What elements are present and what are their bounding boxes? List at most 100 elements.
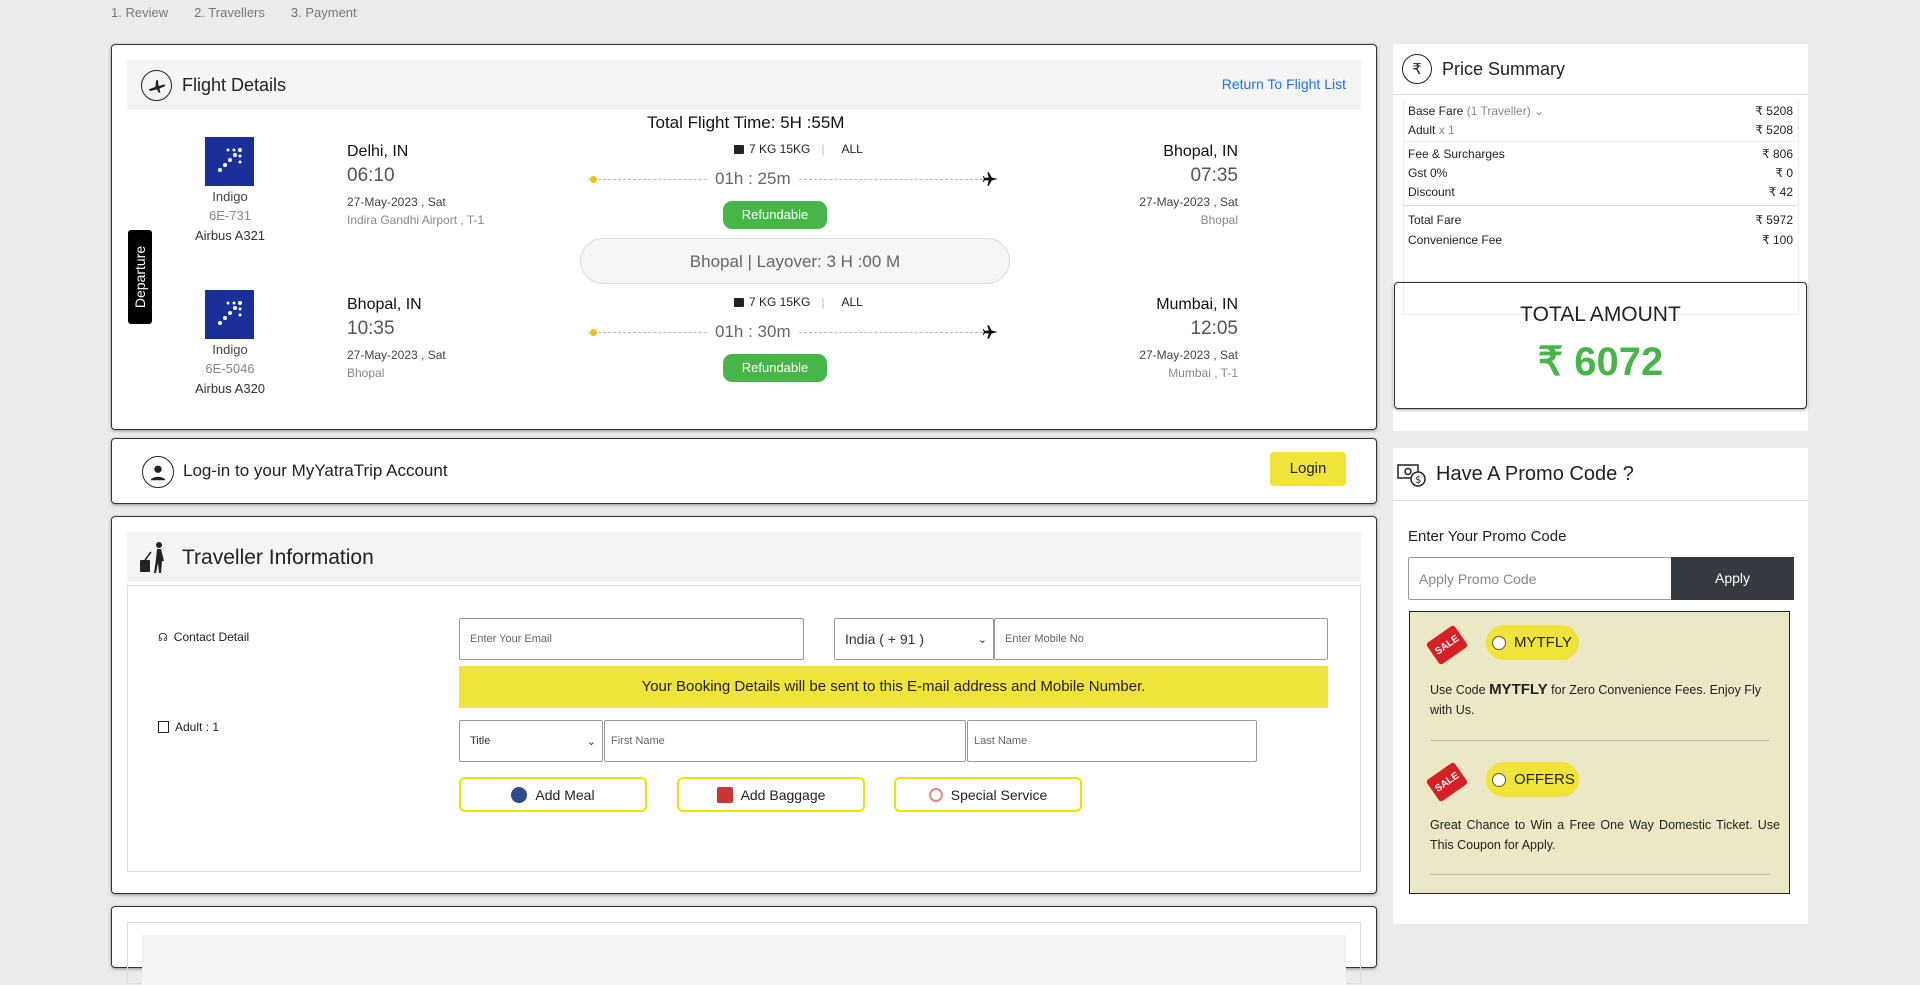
sale-tag-icon: SALE <box>1425 624 1469 666</box>
arrival-airport: Mumbai , T-1 <box>1168 366 1238 380</box>
adult-label: Adult : 1 <box>158 720 219 734</box>
base-fare-traveller: (1 Traveller) <box>1466 104 1531 118</box>
airline-name: Indigo <box>212 342 248 357</box>
first-name-input[interactable]: First Name <box>604 720 966 762</box>
total-amount-number: 6072 <box>1574 340 1664 384</box>
offer-description: Use Code MYTFLY for Zero Convenience Fee… <box>1430 680 1780 720</box>
apply-button[interactable]: Apply <box>1671 557 1794 600</box>
departure-airport: Bhopal <box>347 366 385 380</box>
rupee-symbol: ₹ <box>1755 213 1763 227</box>
offer-description: Great Chance to Win a Free One Way Domes… <box>1430 815 1780 855</box>
add-baggage-button[interactable]: Add Baggage <box>677 777 865 812</box>
chevron-down-icon: ⌄ <box>977 633 987 646</box>
add-baggage-label: Add Baggage <box>740 786 826 803</box>
adult-label-text: Adult <box>1408 123 1436 137</box>
adult-fare-value: ₹ 5208 <box>1755 123 1793 137</box>
contact-card-icon <box>158 721 169 733</box>
step-travellers[interactable]: 2. Travellers <box>194 5 265 20</box>
traveller-luggage-icon <box>135 540 171 581</box>
offer-code-pill[interactable]: OFFERS <box>1486 762 1579 797</box>
traveller-information-card: Traveller Information ☊ Contact Detail E… <box>111 516 1377 894</box>
convenience-fee-value: ₹ 100 <box>1762 233 1793 247</box>
indigo-logo-icon <box>205 290 254 339</box>
special-service-label: Special Service <box>950 786 1048 803</box>
additional-card-inner <box>127 922 1361 985</box>
fee-label: Fee & Surcharges <box>1408 147 1505 161</box>
flight-details-header: Flight Details Return To Flight List <box>127 60 1361 110</box>
add-meal-button[interactable]: Add Meal <box>459 777 647 812</box>
promo-code-panel: $ Have A Promo Code ? Enter Your Promo C… <box>1393 448 1808 924</box>
flight-code: 6E-5046 <box>205 361 255 376</box>
login-button[interactable]: Login <box>1270 452 1346 486</box>
refundable-badge: Refundable <box>723 354 827 382</box>
price-summary-panel: ₹ Price Summary Base Fare (1 Traveller) … <box>1393 44 1808 431</box>
adult-label-text: Adult : 1 <box>175 720 220 734</box>
departure-city: Delhi, IN <box>347 143 409 160</box>
rupee-symbol: ₹ <box>1755 123 1763 137</box>
baggage-weight: 7 KG 15KG <box>749 295 811 309</box>
flight-code: 6E-731 <box>209 208 251 223</box>
travel-class: ALL <box>841 142 863 156</box>
offers-box: SALE MYTFLY Use Code MYTFLY for Zero Con… <box>1409 611 1790 894</box>
arrival-city: Bhopal, IN <box>1163 143 1238 160</box>
discount-label: Discount <box>1408 185 1455 199</box>
offer-radio[interactable] <box>1492 635 1506 650</box>
divider <box>1403 205 1797 206</box>
gst-label: Gst 0% <box>1408 166 1448 180</box>
flight-details-title: Flight Details <box>182 75 287 95</box>
arrival-airport: Bhopal <box>1200 213 1238 227</box>
user-icon <box>142 456 174 488</box>
promo-input-label: Enter Your Promo Code <box>1408 528 1567 545</box>
traveller-title: Traveller Information <box>182 546 374 569</box>
layover-info: Bhopal | Layover: 3 H :00 M <box>580 238 1010 284</box>
contact-label-text: Contact Detail <box>173 630 250 644</box>
divider <box>1430 874 1770 875</box>
offer-desc-code: MYTFLY <box>1489 681 1548 698</box>
chevron-down-icon: ⌄ <box>1534 104 1545 118</box>
total-flight-time: Total Flight Time: 5H :55M <box>647 113 845 132</box>
rupee-symbol: ₹ <box>1761 147 1770 161</box>
email-input[interactable]: Enter Your Email <box>459 618 804 660</box>
base-fare-text: Base Fare <box>1408 104 1464 118</box>
fee-value: ₹ 806 <box>1762 147 1793 161</box>
title-select[interactable]: Title ⌄ <box>459 720 603 762</box>
convenience-amount: 100 <box>1772 233 1793 247</box>
money-icon: $ <box>1397 459 1427 494</box>
offer-code-pill[interactable]: MYTFLY <box>1486 625 1579 660</box>
discount-value: ₹ 42 <box>1769 185 1793 199</box>
adult-count: x 1 <box>1438 123 1455 137</box>
country-code-select[interactable]: India ( + 91 ) ⌄ <box>834 618 994 660</box>
price-summary-header: ₹ Price Summary <box>1393 44 1808 95</box>
step-review[interactable]: 1. Review <box>111 5 168 20</box>
rupee-symbol: ₹ <box>1761 233 1770 247</box>
discount-amount: 42 <box>1779 185 1793 199</box>
offer-code: OFFERS <box>1514 771 1575 788</box>
special-service-button[interactable]: Special Service <box>894 777 1082 812</box>
booking-notice: Your Booking Details will be sent to thi… <box>459 666 1328 708</box>
traveller-header: Traveller Information <box>127 532 1361 582</box>
adult-row-label: Adult x 1 <box>1408 123 1455 137</box>
promo-code-input[interactable]: Apply Promo Code <box>1408 557 1672 600</box>
flight-segment-2: Indigo 6E-5046 Airbus A320 Bhopal, IN 10… <box>112 290 1376 435</box>
baggage-icon <box>734 144 744 154</box>
return-to-flight-list-link[interactable]: Return To Flight List <box>1222 76 1346 92</box>
gst-value: ₹ 0 <box>1775 166 1793 180</box>
total-fare-value: ₹ 5972 <box>1755 213 1793 227</box>
fee-amount: 806 <box>1772 147 1793 161</box>
arrival-date: 27-May-2023 , Sat <box>1139 348 1238 362</box>
base-fare-label[interactable]: Base Fare (1 Traveller) ⌄ <box>1408 104 1544 118</box>
contact-detail-label: ☊ Contact Detail <box>158 630 249 644</box>
mobile-input[interactable]: Enter Mobile No <box>994 618 1328 660</box>
indigo-logo-icon <box>205 137 254 186</box>
total-amount-box: TOTAL AMOUNT ₹ 6072 <box>1394 282 1807 409</box>
offer-radio[interactable] <box>1492 772 1506 787</box>
departure-city: Bhopal, IN <box>347 296 422 313</box>
sale-tag-icon: SALE <box>1425 761 1469 803</box>
login-prompt: Log-in to your MyYatraTrip Account <box>183 461 448 480</box>
service-icon <box>928 787 943 802</box>
last-name-input[interactable]: Last Name <box>967 720 1257 762</box>
add-meal-label: Add Meal <box>535 786 595 803</box>
svg-text:$: $ <box>1415 475 1421 486</box>
arrival-time: 12:05 <box>1190 318 1238 339</box>
step-payment[interactable]: 3. Payment <box>291 5 357 20</box>
